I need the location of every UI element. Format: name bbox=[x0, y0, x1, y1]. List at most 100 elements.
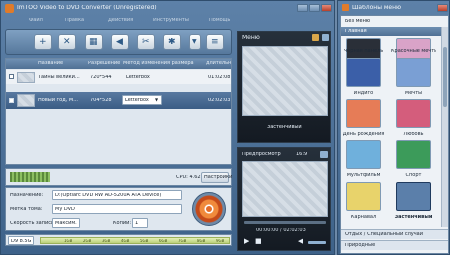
burn-button[interactable] bbox=[192, 192, 226, 226]
template-thumbnail[interactable] bbox=[396, 182, 431, 211]
template-thumbnail[interactable] bbox=[346, 58, 381, 87]
template-label: Индиго bbox=[353, 91, 374, 96]
stop-icon[interactable]: ■ bbox=[255, 238, 262, 245]
close-button[interactable] bbox=[321, 4, 332, 12]
menu-panel-title: Меню bbox=[242, 35, 260, 41]
header-name[interactable]: Название bbox=[38, 61, 63, 66]
menu-help[interactable]: Помощь bbox=[209, 18, 230, 23]
more-button[interactable]: ▼ bbox=[189, 34, 201, 50]
volume-input[interactable]: My DVD bbox=[52, 204, 182, 214]
aspect-ratio[interactable]: 16:9 bbox=[296, 152, 307, 157]
template-label: Любовь bbox=[403, 132, 424, 137]
maximize-button[interactable] bbox=[309, 4, 320, 12]
volume-icon[interactable]: ◀ bbox=[298, 238, 303, 245]
template-label: Мечты bbox=[404, 91, 423, 96]
header-duration[interactable]: длительн bbox=[206, 61, 231, 66]
templates-title: Шаблоны меню bbox=[352, 5, 402, 11]
category-header[interactable]: Главная bbox=[341, 27, 441, 36]
main-window: ImTOO Video to DVD Converter (Unregister… bbox=[0, 0, 335, 255]
menu-actions[interactable]: Действия bbox=[108, 18, 133, 23]
chevron-down-icon: ▼ bbox=[155, 98, 159, 102]
scale-tick: 6GB bbox=[159, 239, 168, 243]
scrollbar-thumb[interactable] bbox=[443, 47, 447, 107]
resize-select[interactable]: Letterbox ▼ bbox=[122, 95, 162, 105]
layout-button[interactable]: ≡ bbox=[206, 34, 224, 50]
edit-menu-icon[interactable] bbox=[312, 34, 319, 41]
remove-button[interactable]: ✕ bbox=[58, 34, 76, 50]
destination-value: D:(Optiarc DVD RW AD-5200A ATA Device) bbox=[55, 193, 162, 198]
template-thumbnail[interactable] bbox=[396, 140, 431, 169]
row-resolution: 720*544 bbox=[90, 75, 112, 80]
video-thumbnail bbox=[17, 72, 35, 83]
speed-value: Максим. bbox=[55, 221, 77, 226]
video-thumbnail bbox=[17, 94, 35, 107]
header-resize[interactable]: Метод изменения размера bbox=[123, 61, 194, 66]
list-icon: ≡ bbox=[211, 38, 219, 47]
burn-icon bbox=[206, 206, 212, 212]
audio-button[interactable]: ◀ bbox=[111, 34, 129, 50]
template-label: Карнавал bbox=[350, 215, 377, 220]
row-name: Новый год, М... bbox=[38, 98, 78, 103]
clip-button[interactable]: ✂ bbox=[137, 34, 155, 50]
effects-button[interactable]: ✱ bbox=[163, 34, 181, 50]
menu-file[interactable]: Файл bbox=[29, 18, 43, 23]
table-row[interactable]: Новый год, М... 704*528 Letterbox ▼ 02:0… bbox=[6, 92, 231, 109]
destination-label: Назначение: bbox=[10, 193, 44, 198]
minimize-button[interactable] bbox=[297, 4, 308, 12]
template-thumbnail[interactable] bbox=[396, 99, 431, 128]
menu-tools[interactable]: Инструменты bbox=[153, 18, 189, 23]
template-thumbnail[interactable] bbox=[346, 182, 381, 211]
volume-value: My DVD bbox=[55, 207, 75, 212]
table-row[interactable]: Тайны велики... 720*544 Letterbox 01:02:… bbox=[6, 70, 231, 84]
disc-type-select[interactable]: D9 8.5G bbox=[8, 236, 34, 245]
convert-button[interactable]: ▦ bbox=[85, 34, 103, 50]
scissors-icon: ✂ bbox=[142, 38, 150, 47]
film-icon: ▦ bbox=[89, 38, 98, 47]
settings-label: Настройки bbox=[204, 175, 233, 180]
scale-tick: 5GB bbox=[140, 239, 149, 243]
volume-slider[interactable] bbox=[308, 241, 326, 244]
preview-video bbox=[242, 161, 328, 217]
template-thumbnail[interactable] bbox=[346, 99, 381, 128]
templates-list: Без меню Главная Черная панель Красочные… bbox=[340, 15, 449, 254]
status-bar: CPU: 4.62% Настройки bbox=[5, 168, 232, 186]
resize-select-value: Letterbox bbox=[125, 98, 149, 103]
speed-select[interactable]: Максим. bbox=[52, 218, 80, 228]
template-label: Красочные мечты bbox=[391, 49, 436, 54]
row-duration: 01:02:08 bbox=[208, 75, 231, 80]
chevron-down-icon: ▼ bbox=[192, 39, 197, 45]
speed-label: Скорость записи: bbox=[10, 221, 56, 226]
footer-category[interactable]: Отдых / Специальный случай bbox=[341, 229, 448, 239]
templates-close-button[interactable] bbox=[437, 4, 448, 12]
template-thumbnail[interactable] bbox=[396, 58, 431, 87]
add-file-button[interactable]: + bbox=[34, 34, 52, 50]
header-resolution[interactable]: Разрешение bbox=[88, 61, 120, 66]
row-resolution: 704*528 bbox=[90, 98, 112, 103]
copies-stepper[interactable]: 1 bbox=[132, 218, 148, 228]
settings-button[interactable]: Настройки bbox=[201, 172, 233, 183]
templates-logo-icon bbox=[342, 4, 349, 11]
row-checkbox[interactable] bbox=[9, 98, 14, 103]
row-duration: 02:02:03 bbox=[208, 98, 231, 103]
footer-item-label: Природные bbox=[345, 243, 376, 248]
preview-title: Предпросмотр bbox=[242, 152, 281, 157]
menu-preview-caption: Застенчивый bbox=[267, 125, 302, 130]
table-header: Название Разрешение Метод изменения разм… bbox=[6, 59, 231, 69]
category-label: Главная bbox=[345, 29, 367, 34]
menu-bar: Файл Правка Действия Инструменты Помощь bbox=[3, 16, 334, 26]
footer-item[interactable]: Природные bbox=[341, 240, 448, 250]
scale-tick: 2GB bbox=[83, 239, 92, 243]
snapshot-icon[interactable] bbox=[320, 151, 328, 158]
play-icon[interactable]: ▶ bbox=[244, 238, 249, 245]
menu-edit[interactable]: Правка bbox=[65, 18, 84, 23]
seek-slider[interactable] bbox=[244, 221, 326, 224]
scale-tick: 1GB bbox=[64, 239, 73, 243]
destination-select[interactable]: D:(Optiarc DVD RW AD-5200A ATA Device) bbox=[52, 190, 182, 200]
templates-scrollbar[interactable] bbox=[441, 27, 448, 227]
no-menu-option[interactable]: Без меню bbox=[345, 19, 370, 24]
output-settings: Назначение: D:(Optiarc DVD RW AD-5200A A… bbox=[5, 187, 232, 231]
row-checkbox[interactable] bbox=[9, 74, 14, 79]
template-thumbnail[interactable] bbox=[346, 140, 381, 169]
scale-tick: 9GB bbox=[216, 239, 225, 243]
menu-settings-icon[interactable] bbox=[322, 34, 329, 41]
